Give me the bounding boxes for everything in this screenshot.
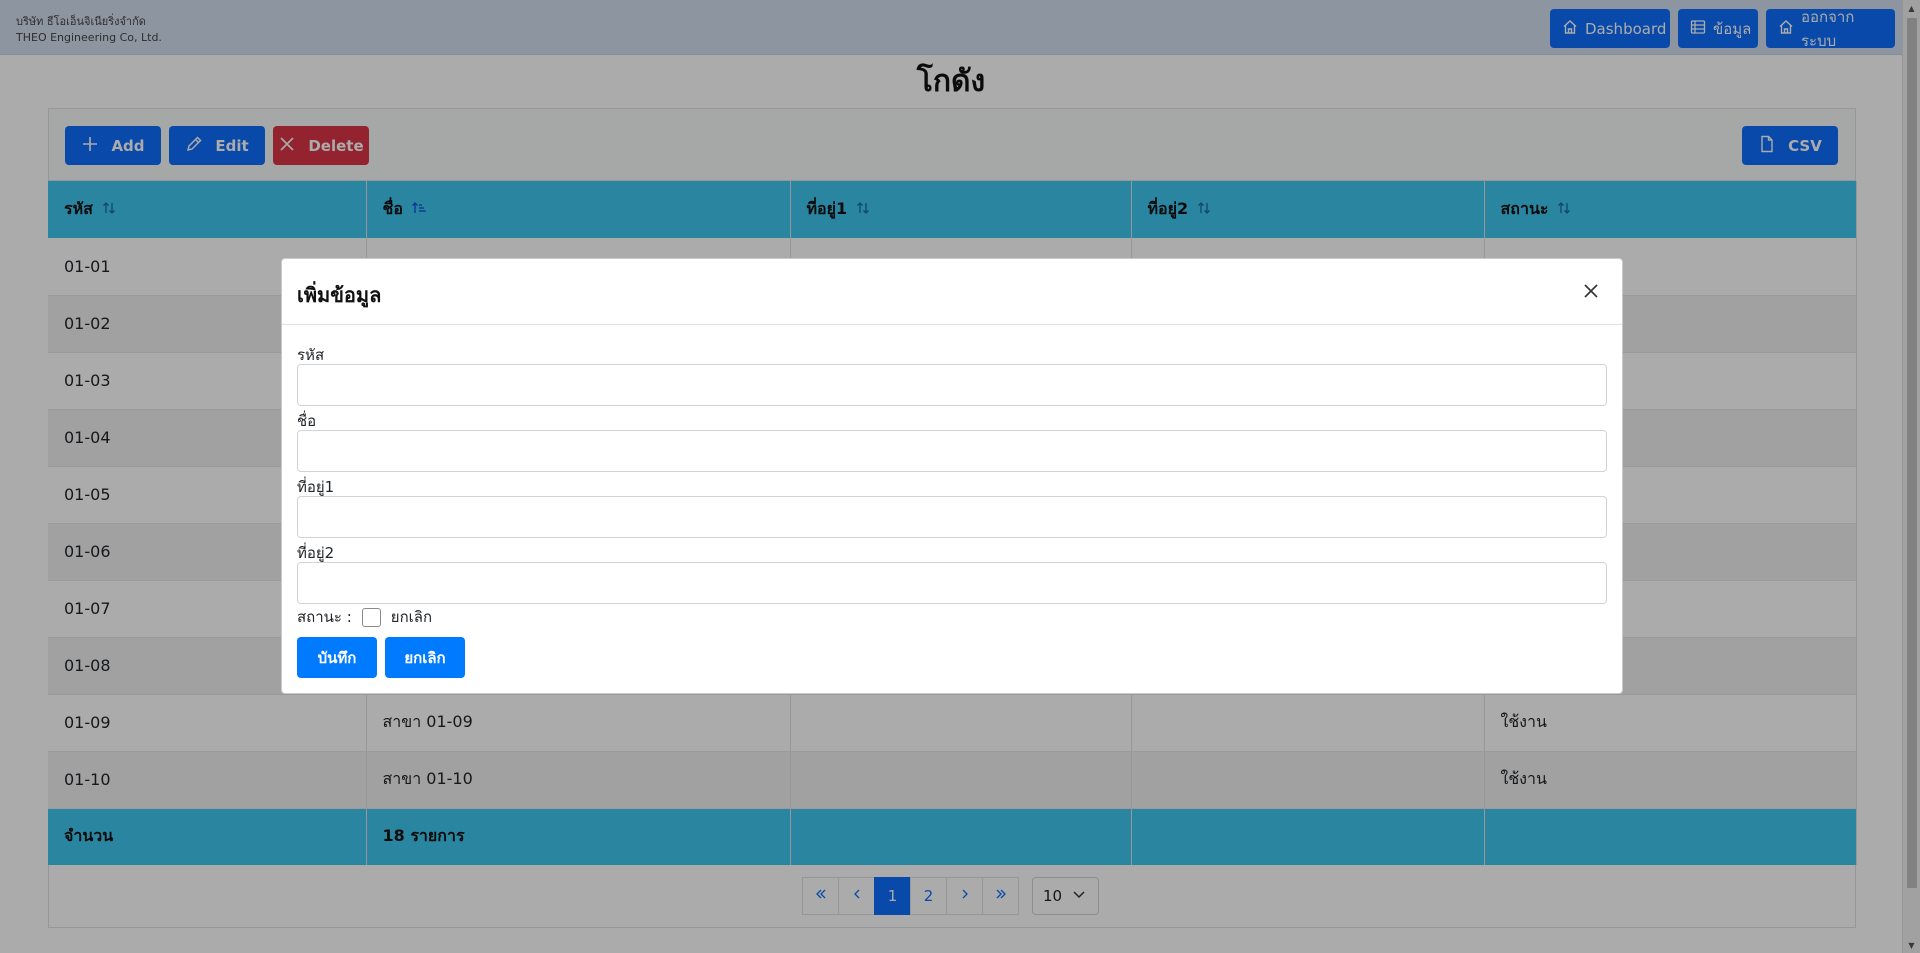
cancel-checkbox[interactable]: [361, 607, 381, 627]
cancel-checkbox-label[interactable]: ยกเลิก: [391, 605, 432, 629]
modal-header: เพิ่มข้อมูล: [282, 259, 1622, 325]
address1-input[interactable]: [297, 496, 1607, 538]
address2-input[interactable]: [297, 562, 1607, 604]
name-input[interactable]: [297, 430, 1607, 472]
save-button[interactable]: บันทึก: [297, 637, 377, 678]
cancel-button[interactable]: ยกเลิก: [385, 637, 465, 678]
close-icon: [1582, 284, 1600, 304]
status-label: สถานะ :: [297, 608, 352, 626]
modal-title: เพิ่มข้อมูล: [297, 283, 382, 307]
code-input[interactable]: [297, 364, 1607, 406]
status-row: สถานะ : ยกเลิก: [297, 605, 432, 629]
add-data-modal: เพิ่มข้อมูล รหัส ชื่อ ที่อยู่1 ที่อยู่2 …: [281, 258, 1623, 694]
close-modal-button[interactable]: [1582, 282, 1600, 300]
